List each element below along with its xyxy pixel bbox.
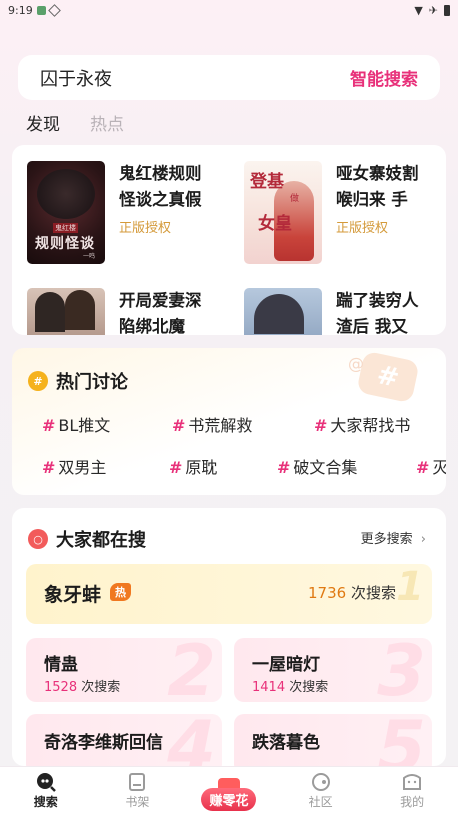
search-term: 跌落暮色 xyxy=(252,733,320,753)
hashtag-icon: # xyxy=(28,371,48,391)
book-title: 开局爱妻深陷绑北魔 xyxy=(119,291,202,335)
book-item[interactable]: 鬼红楼 规则怪谈 一鸣 鬼红楼规则怪谈之真假 正版授权 xyxy=(27,161,217,264)
tab-discover[interactable]: 发现 xyxy=(26,110,60,135)
tree-icon xyxy=(37,169,95,219)
search-count: 1528 次搜索 xyxy=(44,680,121,695)
cover-subtitle: 鬼红楼 xyxy=(53,223,78,233)
popular-header: ○ 大家都在搜 xyxy=(28,526,146,552)
cover-subtitle: 做 xyxy=(290,194,300,204)
hot-badge: 热 xyxy=(110,583,131,601)
hot-topics-title: 热门讨论 xyxy=(56,372,128,393)
topic-chip[interactable]: # 大家帮找书 xyxy=(314,412,410,436)
tab-hot[interactable]: 热点 xyxy=(90,110,124,135)
topic-chip[interactable]: # 破文合集 xyxy=(277,454,357,478)
popular-item[interactable]: 情蛊 1528 次搜索 2 xyxy=(26,638,222,702)
hashtag-decoration-icon: # xyxy=(356,350,420,404)
search-box[interactable]: 囚于永夜 智能搜索 xyxy=(18,55,440,100)
discover-card: 鬼红楼 规则怪谈 一鸣 鬼红楼规则怪谈之真假 正版授权 登基 做 女皇 哑女寨妓… xyxy=(12,145,446,335)
battery-icon xyxy=(444,4,450,16)
more-search-link[interactable]: 更多搜索 › xyxy=(361,528,426,547)
rank-number: 3 xyxy=(377,638,426,702)
rank-number: 5 xyxy=(377,714,426,766)
search-input[interactable]: 囚于永夜 xyxy=(40,65,112,91)
search-term: 一屋暗灯 xyxy=(252,655,320,675)
airplane-icon: ✈ xyxy=(428,3,438,17)
rank-number: 2 xyxy=(167,638,216,702)
community-icon xyxy=(311,771,331,793)
hot-topics-header: # 热门讨论 xyxy=(28,368,128,394)
rank-number: 1 xyxy=(396,564,424,610)
hot-topics-card: # @ # 热门讨论 # BL推文 # 书荒解救 # 大家帮找书 # 双男主 # 原耽 #… xyxy=(12,348,446,495)
book-title: 踹了装穷人渣后 我又 xyxy=(336,291,419,335)
bottom-nav: 搜索 书架 赚零花 社区 我的 xyxy=(0,766,458,814)
book-item[interactable]: 登基 做 女皇 哑女寨妓割喉归来 手 正版授权 xyxy=(244,161,434,264)
search-nav-icon xyxy=(35,771,57,793)
search-term: 象牙蚌 xyxy=(44,584,102,606)
search-term: 奇洛李维斯回信 xyxy=(44,733,163,753)
nav-search[interactable]: 搜索 xyxy=(11,771,81,810)
topic-chip[interactable]: # BL推文 xyxy=(42,412,110,436)
book-cover: 鬼红楼 规则怪谈 一鸣 xyxy=(27,161,105,264)
popular-item[interactable]: 奇洛李维斯回信 4 xyxy=(26,714,222,766)
cover-author: 一鸣 xyxy=(82,253,95,260)
search-count: 1414 次搜索 xyxy=(252,680,329,695)
app-notification-icon xyxy=(36,5,46,15)
book-item[interactable]: 开局爱妻深陷绑北魔 xyxy=(27,288,217,335)
book-item[interactable]: 踹了装穷人渣后 我又 xyxy=(244,288,434,335)
earn-label: 赚零花 xyxy=(201,787,257,811)
book-cover xyxy=(27,288,105,335)
nav-bookshelf[interactable]: 书架 xyxy=(102,771,172,810)
popular-item[interactable]: 象牙蚌 热 1736 次搜索 1 xyxy=(26,564,432,624)
topic-chip[interactable]: # 灭 xyxy=(416,454,446,478)
popular-item[interactable]: 跌落暮色 5 xyxy=(234,714,432,766)
popular-search-card: ○ 大家都在搜 更多搜索 › 象牙蚌 热 1736 次搜索 1 情蛊 1528 … xyxy=(12,508,446,766)
topic-chip[interactable]: # 书荒解救 xyxy=(172,412,252,436)
nav-earn[interactable]: 赚零花 xyxy=(194,771,264,811)
topic-chip[interactable]: # 原耽 xyxy=(169,454,217,478)
profile-icon xyxy=(402,771,422,793)
book-cover xyxy=(244,288,322,335)
chevron-right-icon: › xyxy=(420,532,426,547)
tabs: 发现 热点 xyxy=(26,110,124,135)
at-decoration-icon: @ xyxy=(348,354,364,373)
cover-title-1: 登基 xyxy=(250,172,284,192)
rank-number: 4 xyxy=(167,714,216,766)
book-title: 哑女寨妓割喉归来 手 xyxy=(336,164,419,209)
bookshelf-icon xyxy=(127,771,147,793)
wifi-icon: ▼ xyxy=(414,3,423,17)
cover-title: 规则怪谈 xyxy=(35,236,95,252)
search-icon: ○ xyxy=(28,529,48,549)
search-term: 情蛊 xyxy=(44,655,78,675)
popular-title: 大家都在搜 xyxy=(56,530,146,551)
book-title: 鬼红楼规则怪谈之真假 xyxy=(119,164,202,209)
popular-item[interactable]: 一屋暗灯 1414 次搜索 3 xyxy=(234,638,432,702)
topic-chip[interactable]: # 双男主 xyxy=(42,454,106,478)
nav-mine[interactable]: 我的 xyxy=(377,771,447,810)
cube-icon xyxy=(47,3,61,17)
book-tag: 正版授权 xyxy=(336,221,389,236)
book-tag: 正版授权 xyxy=(119,221,172,236)
search-count: 1736 次搜索 xyxy=(308,584,396,602)
book-cover: 登基 做 女皇 xyxy=(244,161,322,264)
status-bar: 9:19 ▼ ✈ xyxy=(0,0,458,20)
cover-title-2: 女皇 xyxy=(258,214,292,234)
nav-community[interactable]: 社区 xyxy=(286,771,356,810)
smart-search-button[interactable]: 智能搜索 xyxy=(350,65,418,90)
status-time: 9:19 xyxy=(8,3,33,17)
